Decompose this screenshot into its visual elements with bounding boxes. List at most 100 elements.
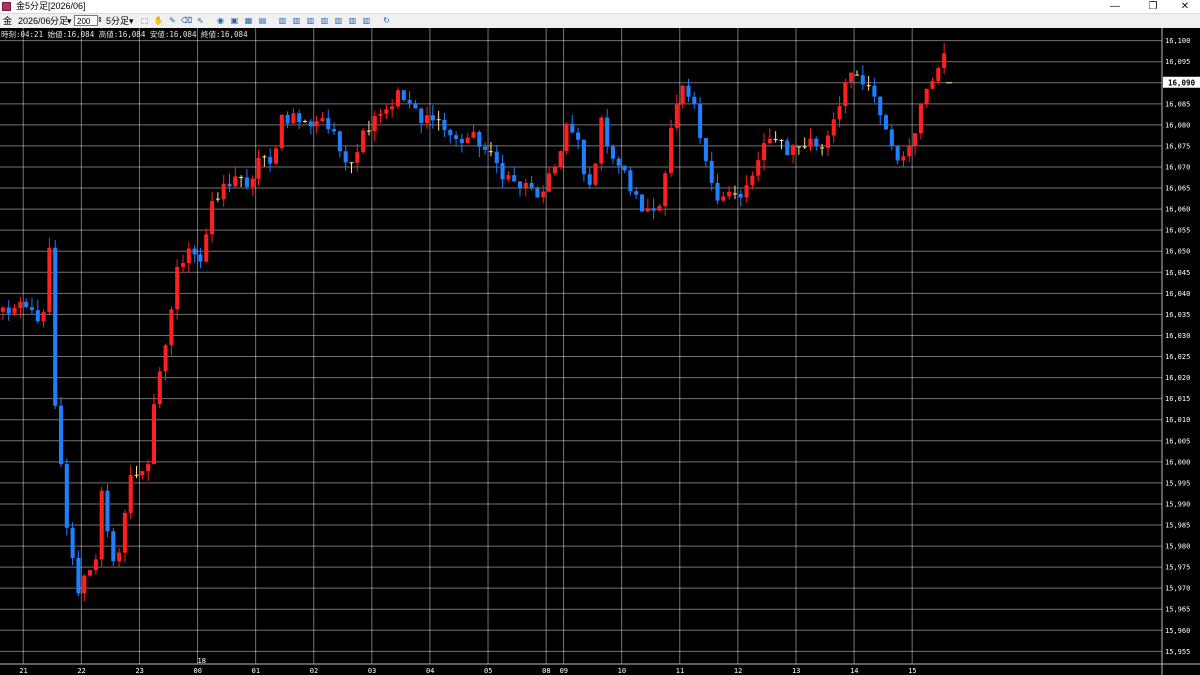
candle-body: [750, 175, 755, 186]
pencil-icon[interactable]: ✎: [167, 15, 178, 26]
circle-icon[interactable]: ◉: [215, 15, 226, 26]
candle-body: [599, 117, 604, 164]
candle-body: [767, 138, 772, 144]
window-icon[interactable]: ▣: [229, 15, 240, 26]
candle: [674, 94, 679, 132]
select-icon[interactable]: ⬚: [139, 15, 150, 26]
candle-body: [535, 187, 540, 198]
candle-body: [343, 151, 348, 163]
x-tick-label: 22: [77, 667, 85, 675]
candle-body: [645, 208, 650, 212]
candlestick-chart[interactable]: 16,100 16,095 16,090 16,085 16,080 16,075 16,0…: [0, 28, 1200, 675]
candle-body: [442, 119, 447, 130]
interval-dropdown-icon[interactable]: ▾: [129, 14, 134, 28]
candle-body: [715, 182, 720, 201]
candle-body: [332, 129, 337, 132]
bar-chart-5-icon[interactable]: ▥: [333, 15, 344, 26]
candle-body: [477, 131, 482, 147]
candle: [721, 191, 726, 203]
interval-select[interactable]: 5分足: [106, 14, 129, 28]
candle-body: [273, 148, 279, 164]
candle: [552, 164, 557, 177]
candle-body: [82, 575, 87, 594]
candle-body: [610, 146, 615, 159]
candle: [773, 131, 778, 143]
candle: [29, 297, 34, 314]
minimize-button[interactable]: —: [1098, 0, 1132, 13]
candle-body: [279, 114, 284, 149]
candle: [134, 465, 139, 479]
candle-body: [180, 263, 186, 267]
candle: [372, 110, 377, 142]
candle-body: [58, 405, 64, 465]
candle: [488, 141, 493, 157]
candle: [680, 84, 685, 109]
candle: [204, 228, 209, 263]
unit-select[interactable]: 分足: [50, 14, 68, 28]
candle-body: [35, 310, 40, 322]
bar-chart-6-icon[interactable]: ▥: [347, 15, 358, 26]
candle-body: [425, 115, 430, 123]
candle: [854, 70, 860, 76]
chart-area[interactable]: 時刻:04:21 始値:16,084 高値:16,084 安値:16,084 終…: [0, 28, 1200, 675]
bar-chart-7-icon[interactable]: ▥: [361, 15, 372, 26]
candle-body: [361, 130, 366, 153]
bar-chart-2-icon[interactable]: ▥: [291, 15, 302, 26]
candle-body: [901, 156, 906, 161]
x-tick-label: 09: [560, 667, 568, 675]
candle-body: [825, 135, 830, 149]
window-title: 金5分足[2026/06]: [16, 1, 86, 11]
candle: [454, 131, 459, 146]
grid-icon[interactable]: ▦: [243, 15, 254, 26]
y-tick-label: 15,980: [1165, 543, 1190, 551]
cursor-icon[interactable]: ⇖: [195, 15, 206, 26]
x-tick-label: 15: [908, 667, 916, 675]
candle-body: [709, 160, 714, 183]
candle-body: [541, 191, 546, 198]
candle-body: [523, 182, 528, 188]
candle-body: [320, 118, 325, 122]
bar-chart-icon[interactable]: ▥: [277, 15, 288, 26]
candle-body: [6, 307, 11, 314]
candle: [750, 171, 755, 190]
candle: [756, 151, 761, 182]
bar-chart-3-icon[interactable]: ▥: [305, 15, 316, 26]
candle: [860, 65, 865, 90]
candle-body: [390, 106, 395, 110]
x-tick-label: 12: [734, 667, 742, 675]
candle-body: [860, 75, 865, 85]
eraser-icon[interactable]: ⌫: [181, 15, 192, 26]
unit-dropdown-icon[interactable]: ▾: [67, 14, 72, 28]
candle: [128, 464, 133, 520]
y-tick-label: 16,050: [1165, 248, 1190, 256]
refresh-icon[interactable]: ↻: [381, 15, 392, 26]
candle-body: [721, 196, 726, 201]
candle-body: [628, 170, 633, 192]
candle: [58, 397, 64, 468]
candle-body: [268, 156, 273, 164]
candle: [349, 162, 354, 174]
close-button[interactable]: ✕: [1168, 0, 1200, 13]
candle: [401, 89, 406, 102]
candle: [535, 186, 540, 199]
candle: [407, 90, 412, 109]
candle: [0, 306, 5, 320]
candle-body: [459, 138, 464, 144]
bar-chart-4-icon[interactable]: ▥: [319, 15, 330, 26]
maximize-button[interactable]: ❐: [1136, 0, 1170, 13]
candle: [942, 42, 947, 75]
candle: [669, 119, 674, 177]
bar-count-input[interactable]: 200: [74, 15, 98, 26]
candle: [227, 173, 232, 192]
candle: [895, 145, 900, 165]
table-icon[interactable]: ▤: [257, 15, 268, 26]
candle: [709, 151, 714, 191]
candle-body: [76, 557, 81, 594]
candle-body: [401, 90, 406, 100]
bar-count-stepper-icon[interactable]: ⇕: [97, 14, 103, 28]
candle: [70, 522, 75, 566]
hand-icon[interactable]: ✋: [153, 15, 164, 26]
candle-body: [227, 183, 232, 187]
y-tick-label: 15,985: [1165, 522, 1190, 530]
y-tick-label: 16,100: [1165, 37, 1190, 45]
